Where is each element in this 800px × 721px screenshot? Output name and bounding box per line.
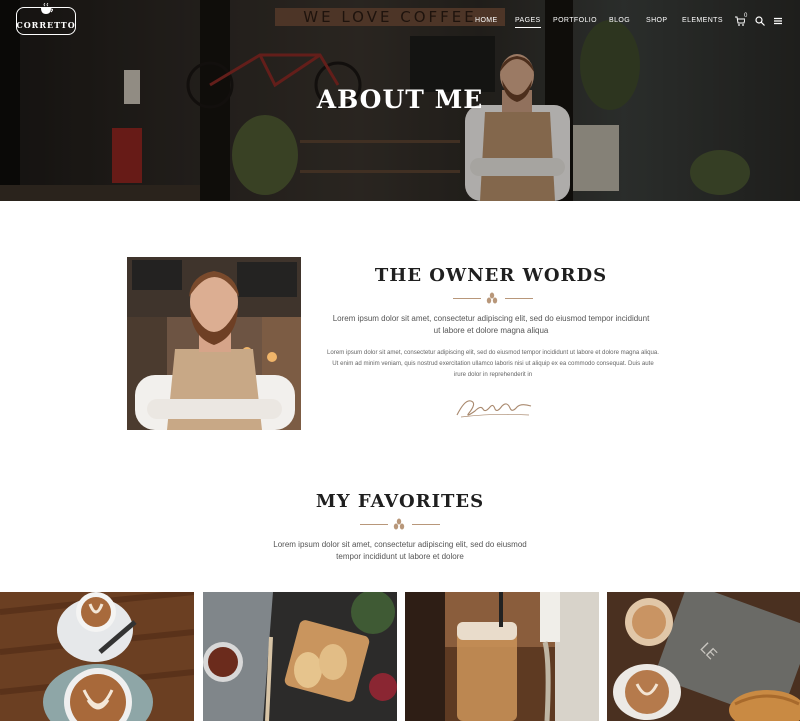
divider-line [505, 298, 533, 299]
favorites-heading: MY FAVORITES [315, 491, 485, 512]
owner-body-text: Lorem ipsum dolor sit amet, consectetur … [327, 349, 659, 378]
signature-icon [456, 400, 532, 418]
favorites-lead-text: Lorem ipsum dolor sit amet, consectetur … [273, 540, 527, 561]
brand-logo[interactable]: CORRETTO [16, 3, 76, 35]
brand-name: CORRETTO [16, 20, 76, 30]
cart-count-badge: 0 [744, 13, 748, 19]
divider-line [453, 298, 481, 299]
nav-item-pages[interactable]: PAGES [515, 17, 541, 28]
gallery-image-croissant[interactable]: LE [607, 592, 800, 721]
latte-photo [0, 592, 194, 721]
owner-photo [127, 257, 301, 430]
nav-item-shop[interactable]: SHOP [646, 17, 667, 24]
page-title: ABOUT ME [316, 85, 484, 114]
owner-divider [453, 292, 533, 304]
top-nav: CORRETTO HOME PAGES PORTFOLIO BLOG SHOP … [0, 0, 800, 44]
nav-item-home[interactable]: HOME [475, 17, 498, 24]
cookies-photo [203, 592, 397, 721]
favorites-gallery: LE [0, 592, 800, 721]
owner-portrait [127, 257, 301, 430]
owner-lead-text: Lorem ipsum dolor sit amet, consectetur … [332, 314, 650, 335]
owner-heading: THE OWNER WORDS [374, 265, 608, 286]
menu-icon[interactable] [773, 16, 783, 26]
gallery-image-latte[interactable] [0, 592, 194, 721]
croissant-photo: LE [607, 592, 800, 721]
coffee-cup-icon [41, 3, 53, 14]
favorites-divider [360, 518, 440, 530]
divider-line [360, 524, 388, 525]
hero-banner: WE LOVE COFFEE CORRETTO HOME PAGES PORTF… [0, 0, 800, 201]
search-icon[interactable] [755, 16, 765, 26]
iced-coffee-photo [405, 592, 599, 721]
coffee-beans-icon [393, 518, 405, 530]
gallery-image-iced-coffee[interactable] [405, 592, 599, 721]
nav-item-elements[interactable]: ELEMENTS [682, 17, 723, 24]
coffee-beans-icon [486, 292, 498, 304]
nav-item-blog[interactable]: BLOG [609, 17, 630, 24]
divider-line [412, 524, 440, 525]
nav-item-portfolio[interactable]: PORTFOLIO [553, 17, 597, 24]
gallery-image-cookies[interactable] [203, 592, 397, 721]
